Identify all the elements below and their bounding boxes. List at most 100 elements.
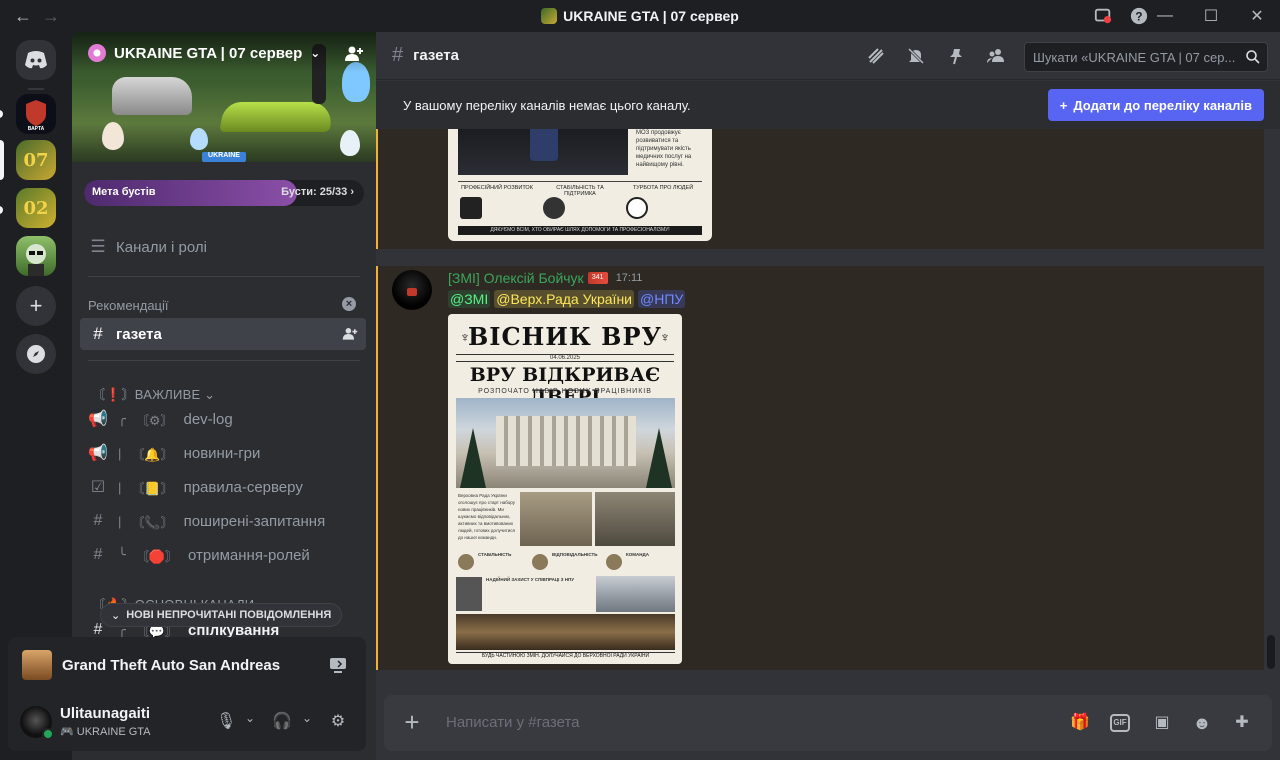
newspaper-subhead: РОЗПОЧАТО НАБІР НОВИХ ПРАЦІВНИКІВ: [478, 388, 652, 395]
headphones-icon[interactable]: 🎧: [272, 711, 292, 731]
pinned-messages-icon[interactable]: [946, 46, 966, 66]
add-to-channel-list-button[interactable]: + Додати до переліку каналів: [1047, 89, 1264, 121]
inbox-icon[interactable]: [1094, 7, 1112, 25]
activity-game-name: Grand Theft Auto San Andreas: [62, 656, 281, 674]
member-list-icon[interactable]: [986, 46, 1006, 66]
channel-item-faq[interactable]: # | 〘📞〙 поширені-запитання: [80, 505, 366, 537]
activity-panel[interactable]: Grand Theft Auto San Andreas: [8, 637, 366, 693]
shield-icon: [532, 554, 548, 570]
search-icon: [1246, 50, 1260, 64]
newspaper-attachment-vru[interactable]: ♆ ♆ ВІСНИК ВРУ 04.06.2025 ВРУ ВІДКРИВАЄ …: [448, 314, 682, 664]
server-banner: UKRAINE UKRAINE GTA | 07 сервер ⌄: [72, 32, 376, 162]
medkit-icon: [460, 197, 482, 219]
online-status-icon: [42, 728, 54, 740]
newspaper-rule: [458, 181, 702, 182]
server-varta[interactable]: ВАРТА: [16, 94, 56, 134]
staff-photo: [595, 492, 675, 546]
gamepad-icon: 🎮: [60, 726, 74, 738]
server-flower-icon: [88, 44, 106, 62]
microphone-icon[interactable]: 🎙: [216, 711, 236, 731]
mention-vru[interactable]: @Верх.Рада України: [494, 290, 634, 308]
defense-title: НАДІЙНИЙ ЗАХИСТ У СПІВПРАЦІ З НПУ: [486, 577, 575, 582]
rules-icon: ☑: [90, 479, 106, 496]
newspaper-attachment-moz[interactable]: МОЗ продовжує розвиватися та підтримуват…: [448, 129, 712, 241]
window-title: UKRAINE GTA | 07 сервер: [0, 8, 1280, 24]
discover-compass-icon[interactable]: [16, 334, 56, 374]
server-02[interactable]: 02: [16, 188, 56, 228]
channel-item-gazeta[interactable]: # газета: [80, 318, 366, 350]
server-07[interactable]: 07: [16, 140, 56, 180]
staff-photo: [520, 492, 592, 546]
apps-icon[interactable]: ✚: [1230, 711, 1254, 735]
category-important[interactable]: 〘❗〙ВАЖЛИВЕ ⌄: [92, 384, 215, 403]
unread-pill-indicator: [0, 206, 3, 214]
newspaper-col-title: ПРОФЕСІЙНИЙ РОЗВИТОК: [461, 185, 533, 191]
message-highlight: МОЗ продовжує розвиватися та підтримуват…: [376, 129, 1264, 249]
minimize-icon[interactable]: —: [1142, 0, 1188, 32]
upload-plus-icon[interactable]: +: [400, 709, 424, 735]
message-composer[interactable]: + Написати у #газета 🎁 GIF ▣ ☻ ✚: [384, 695, 1272, 751]
value-title: КОМАНДА: [626, 552, 649, 557]
channel-item-dev-log[interactable]: 📢 ╭ 〘⚙〙 dev-log: [80, 403, 366, 435]
gif-icon[interactable]: GIF: [1110, 714, 1130, 732]
message-scrollbar[interactable]: [1267, 635, 1275, 669]
dismiss-recommendations-icon[interactable]: ×: [342, 297, 356, 311]
channels-and-roles[interactable]: ☰ Канали і ролі: [80, 231, 366, 263]
author-avatar[interactable]: [392, 270, 432, 310]
notification-muted-icon[interactable]: [906, 46, 926, 66]
game-thumbnail-image: [22, 650, 52, 680]
add-server-icon[interactable]: +: [16, 286, 56, 326]
channel-header: # газета Шукати «UKRAINE GTA | 07 сер...: [376, 32, 1280, 80]
mention-npu[interactable]: @НПУ: [638, 290, 686, 308]
server-name-header[interactable]: UKRAINE GTA | 07 сервер ⌄: [88, 44, 320, 62]
boost-count: Бусти: 25/33 ›: [281, 186, 354, 198]
sticker-icon[interactable]: ▣: [1150, 711, 1174, 735]
stream-screen-icon[interactable]: [328, 655, 348, 675]
channel-title: газета: [413, 47, 459, 64]
boost-goal-bar[interactable]: Мета бустів Бусти: 25/33 ›: [84, 180, 364, 206]
chevron-down-icon[interactable]: ⌄: [297, 711, 317, 731]
people-icon: [543, 197, 565, 219]
server-badge-icon: [541, 8, 558, 24]
boost-goal-label: Мета бустів: [92, 186, 156, 198]
selected-server-indicator: [0, 140, 4, 180]
server-avatar[interactable]: [16, 236, 56, 276]
invite-people-icon[interactable]: [344, 44, 364, 64]
message-author[interactable]: [ЗМІ] Олексій Бойчук 341 17:11: [448, 270, 642, 286]
newspaper-figure: [530, 129, 558, 161]
newspaper-date: 04.06.2025: [456, 354, 674, 362]
emoji-icon[interactable]: ☻: [1190, 711, 1214, 735]
banner-sign: UKRAINE: [202, 152, 246, 162]
threads-icon[interactable]: [866, 46, 886, 66]
channel-notice-bar: У вашому переліку каналів немає цього ка…: [376, 81, 1280, 129]
gift-icon[interactable]: 🎁: [1068, 711, 1092, 735]
user-panel: Ulitaunagaiti 🎮 UKRAINE GTA 🎙 ⌄ 🎧 ⌄ ⚙: [8, 693, 366, 751]
banner-egg-image: [190, 128, 208, 150]
recommendations-label: Рекомендації: [88, 298, 169, 313]
window-controls: — ☐ ✕: [1142, 0, 1280, 32]
mention-zmi[interactable]: @ЗМІ: [448, 290, 491, 308]
channel-item-news[interactable]: 📢 | 〘🔔〙 новини-гри: [80, 437, 366, 469]
chevron-down-icon: ⌄: [111, 609, 121, 622]
username: Ulitaunagaiti: [60, 705, 151, 722]
search-input[interactable]: Шукати «UKRAINE GTA | 07 сер...: [1024, 42, 1268, 72]
close-icon[interactable]: ✕: [1234, 0, 1280, 32]
megaphone-icon: 📢: [88, 445, 108, 462]
hash-icon: #: [93, 546, 103, 563]
new-unread-messages-pill[interactable]: ⌄ НОВІ НЕПРОЧИТАНІ ПОВІДОМЛЕННЯ: [100, 603, 343, 627]
newspaper-footer: БУДЬ ЧАСТИНОЮ ЗМІН. ДОЛУЧАЙСЯ ДО ВЕРХОВН…: [456, 652, 675, 659]
invite-to-channel-icon[interactable]: [342, 326, 358, 342]
maximize-icon[interactable]: ☐: [1188, 0, 1234, 32]
chevron-down-icon[interactable]: ⌄: [240, 711, 260, 731]
police-emblem-icon: [456, 577, 482, 611]
settings-gear-icon[interactable]: ⚙: [328, 711, 348, 731]
main-chat-area: # газета Шукати «UKRAINE GTA | 07 сер...…: [376, 32, 1280, 760]
newspaper-masthead: ВІСНИК ВРУ: [468, 322, 662, 351]
hash-icon: #: [93, 512, 103, 529]
channel-item-rules[interactable]: ☑ | 〘📒〙 правила-серверу: [80, 471, 366, 503]
hash-icon: #: [93, 324, 103, 343]
value-title: СТАБІЛЬНІСТЬ: [478, 552, 512, 557]
discord-home-icon[interactable]: [16, 40, 56, 80]
channel-item-roles[interactable]: # ╰ 〘🛑〙 отримання-ролей: [80, 539, 366, 571]
sidebar-divider: [88, 360, 360, 361]
